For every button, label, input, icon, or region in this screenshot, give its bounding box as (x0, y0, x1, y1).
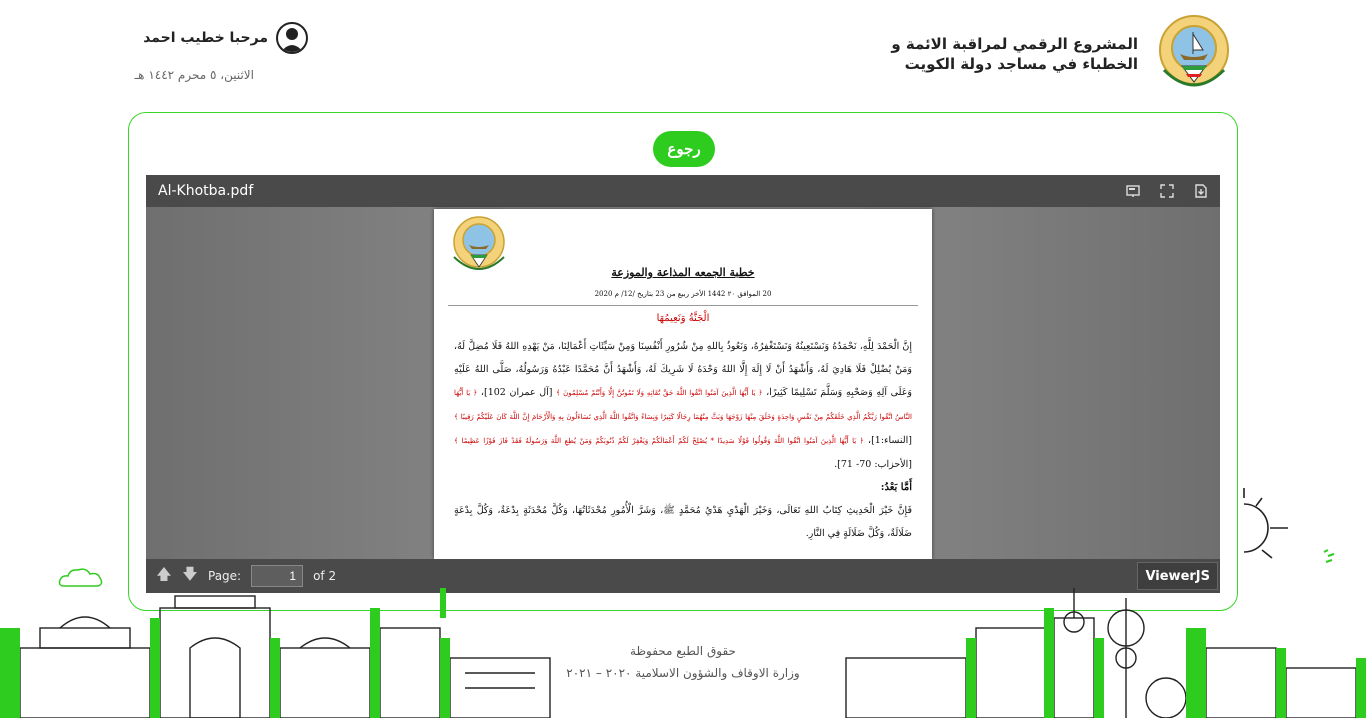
download-icon[interactable] (1194, 184, 1208, 198)
page-label: Page: (208, 569, 242, 583)
user-panel: مرحبا خطيب احمد الاثنين، ٥ محرم ١٤٤٢ هـ (128, 22, 308, 82)
sparkle-icon (1323, 549, 1335, 563)
pdf-divider (448, 305, 918, 306)
site-header: المشروع الرقمي لمراقبة الائمة و الخطباء … (891, 10, 1232, 98)
pdf-reference: [الأحزاب: 70- 71]. (834, 459, 912, 470)
pdf-heading: الْجَنَّةُ وَنَعِيمُهَا (656, 313, 710, 324)
pdf-reference: [آل عمران 102]، (480, 387, 553, 398)
pdf-quran-verse: ﴿ يَا أَيُّهَا الَّذِينَ آمَنُوا اتَّقُو… (454, 437, 864, 445)
back-button[interactable]: رجوع (653, 131, 715, 167)
hijri-date: الاثنين، ٥ محرم ١٤٤٢ هـ (134, 68, 254, 82)
viewerjs-brand-link[interactable]: ViewerJS (1137, 562, 1218, 590)
pdf-paragraph: فَإِنَّ خَيْرَ الْحَدِيثِ كِتَابُ اللهِ … (454, 505, 912, 539)
footer-ministry: وزارة الاوقاف والشؤون الاسلامية ٢٠٢٠ – ٢… (566, 666, 800, 680)
pdf-body: إِنَّ الْحَمْدَ لِلَّهِ، نَحْمَدُهُ وَنَ… (454, 335, 912, 545)
viewer-actions (1126, 184, 1208, 198)
presentation-icon[interactable] (1126, 184, 1140, 198)
site-title-line1: المشروع الرقمي لمراقبة الائمة و (891, 35, 1138, 53)
kuwait-emblem-logo[interactable] (1156, 10, 1232, 98)
viewer-stage: خطبة الجمعه المذاعة والموزعة 20 الموافق … (146, 207, 1220, 559)
arrow-down-icon[interactable]: 🡇 (182, 564, 198, 589)
cloud-icon (58, 568, 103, 587)
site-title-line2: الخطباء في مساجد دولة الكويت (904, 55, 1138, 73)
pdf-title: خطبة الجمعه المذاعة والموزعة (611, 266, 755, 279)
pdf-quran-verse: ﴿ يَا أَيُّهَا الَّذِينَ آمَنُوا اتَّقُو… (556, 389, 763, 397)
pdf-reference: [النساء:1]، (868, 435, 912, 446)
footer: حقوق الطبع محفوظة وزارة الاوقاف والشؤون … (0, 640, 1366, 684)
pdf-amma-bad: أَمَّا بَعْدُ: (880, 482, 912, 493)
page-number-input[interactable] (251, 565, 304, 587)
pdf-viewer: Al-Khotba.pdf خطبة الجمعه المذاعة والموز… (146, 175, 1220, 593)
main-card: رجوع Al-Khotba.pdf خطبة الجمعه المذاعة و… (128, 112, 1238, 611)
page-total: of 2 (313, 569, 337, 583)
viewer-file-name: Al-Khotba.pdf (158, 183, 254, 199)
fullscreen-icon[interactable] (1160, 184, 1174, 198)
sun-icon (1243, 488, 1288, 559)
user-row[interactable]: مرحبا خطيب احمد (128, 22, 308, 54)
viewer-toolbar: Al-Khotba.pdf (146, 175, 1220, 207)
footer-copyright: حقوق الطبع محفوظة (630, 644, 736, 658)
pdf-subtitle: 20 الموافق ٢٠ 1442 الأخر ربيع من 23 بتار… (594, 290, 772, 298)
user-avatar-icon[interactable] (276, 22, 308, 54)
greeting-text: مرحبا خطيب احمد (143, 30, 268, 46)
pdf-page: خطبة الجمعه المذاعة والموزعة 20 الموافق … (434, 209, 932, 559)
site-title: المشروع الرقمي لمراقبة الائمة و الخطباء … (891, 34, 1138, 74)
arrow-up-icon[interactable]: 🡅 (156, 564, 172, 589)
